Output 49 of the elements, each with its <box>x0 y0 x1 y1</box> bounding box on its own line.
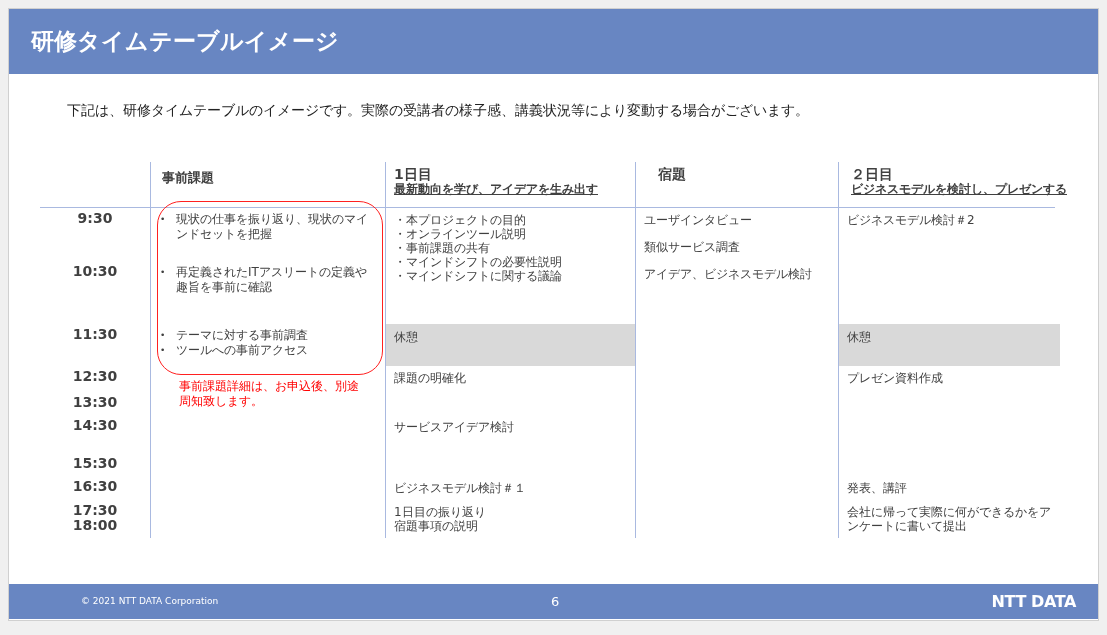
task-text: 再定義されたITアスリートの定義や趣旨を事前に確認 <box>176 265 368 296</box>
schedule-text: ビジネスモデル検討＃１ <box>394 481 526 496</box>
day-title: 宿題 <box>658 166 686 183</box>
time-label: 9:30 <box>77 211 113 227</box>
day-subtitle: ビジネスモデルを検討し、プレゼンする <box>851 182 1067 198</box>
day-title: 1日目 <box>394 166 432 183</box>
schedule-text: 発表、講評 <box>847 481 907 496</box>
time-label: 10:30 <box>72 264 118 280</box>
slide-title: 研修タイムテーブルイメージ <box>31 27 339 57</box>
schedule-text: アイデア、ビジネスモデル検討 <box>644 267 812 283</box>
bullet-text: • <box>160 266 167 280</box>
time-label: 18:00 <box>72 518 118 534</box>
column-header: 事前課題 <box>162 170 214 186</box>
time-label: 15:30 <box>72 456 118 472</box>
schedule-text: プレゼン資料作成 <box>847 371 943 386</box>
time-label: 13:30 <box>72 395 118 411</box>
intro-text: 下記は、研修タイムテーブルのイメージです。実際の受講者の様子感、講義状況等により変動する場合がございます。 <box>67 101 809 120</box>
break-block: 休憩 <box>839 324 1060 367</box>
break-block: 休憩 <box>386 324 635 367</box>
schedule-text: ・事前課題の共有 <box>394 241 490 256</box>
schedule-text: ・本プロジェクトの目的 <box>394 213 526 228</box>
logo-text: NTT DATA <box>991 590 1076 613</box>
time-label: 11:30 <box>72 327 118 343</box>
day-title: ２日目 <box>851 166 893 183</box>
page-number: 6 <box>551 592 560 611</box>
schedule-text: 類似サービス調査 <box>644 240 740 256</box>
schedule-text: ビジネスモデル検討＃2 <box>847 213 975 228</box>
schedule-text: 会社に帰って実際に何ができるかをアンケートに書いて提出 <box>847 505 1052 534</box>
bullet-text: • <box>160 344 167 358</box>
schedule-text: ユーザインタビュー <box>644 213 752 229</box>
time-label: 14:30 <box>72 418 118 434</box>
schedule-text: サービスアイデア検討 <box>394 420 514 435</box>
task-text: テーマに対する事前調査 <box>176 328 309 344</box>
schedule-text: 1日目の振り返り <box>394 505 486 520</box>
time-label: 17:30 <box>72 503 118 519</box>
bullet-text: • <box>160 213 167 227</box>
schedule-text: ・マインドシフトの必要性説明 <box>394 255 562 270</box>
schedule-text: 宿題事項の説明 <box>394 519 478 534</box>
day-subtitle: 最新動向を学び、アイデアを生み出す <box>394 182 598 198</box>
schedule-text: ・マインドシフトに関する議論 <box>394 269 562 284</box>
time-label: 16:30 <box>72 479 118 495</box>
task-text: 現状の仕事を振り返り、現状のマインドセットを把握 <box>176 212 369 243</box>
schedule-text: ・オンラインツール説明 <box>394 227 526 242</box>
note-text: 事前課題詳細は、お申込後、別途周知致します。 <box>179 379 360 410</box>
bullet-text: • <box>160 329 167 343</box>
schedule-text: 課題の明確化 <box>394 371 466 386</box>
time-label: 12:30 <box>72 369 118 385</box>
task-text: ツールへの事前アクセス <box>176 343 309 359</box>
copyright-text: © 2021 NTT DATA Corporation <box>81 594 220 608</box>
